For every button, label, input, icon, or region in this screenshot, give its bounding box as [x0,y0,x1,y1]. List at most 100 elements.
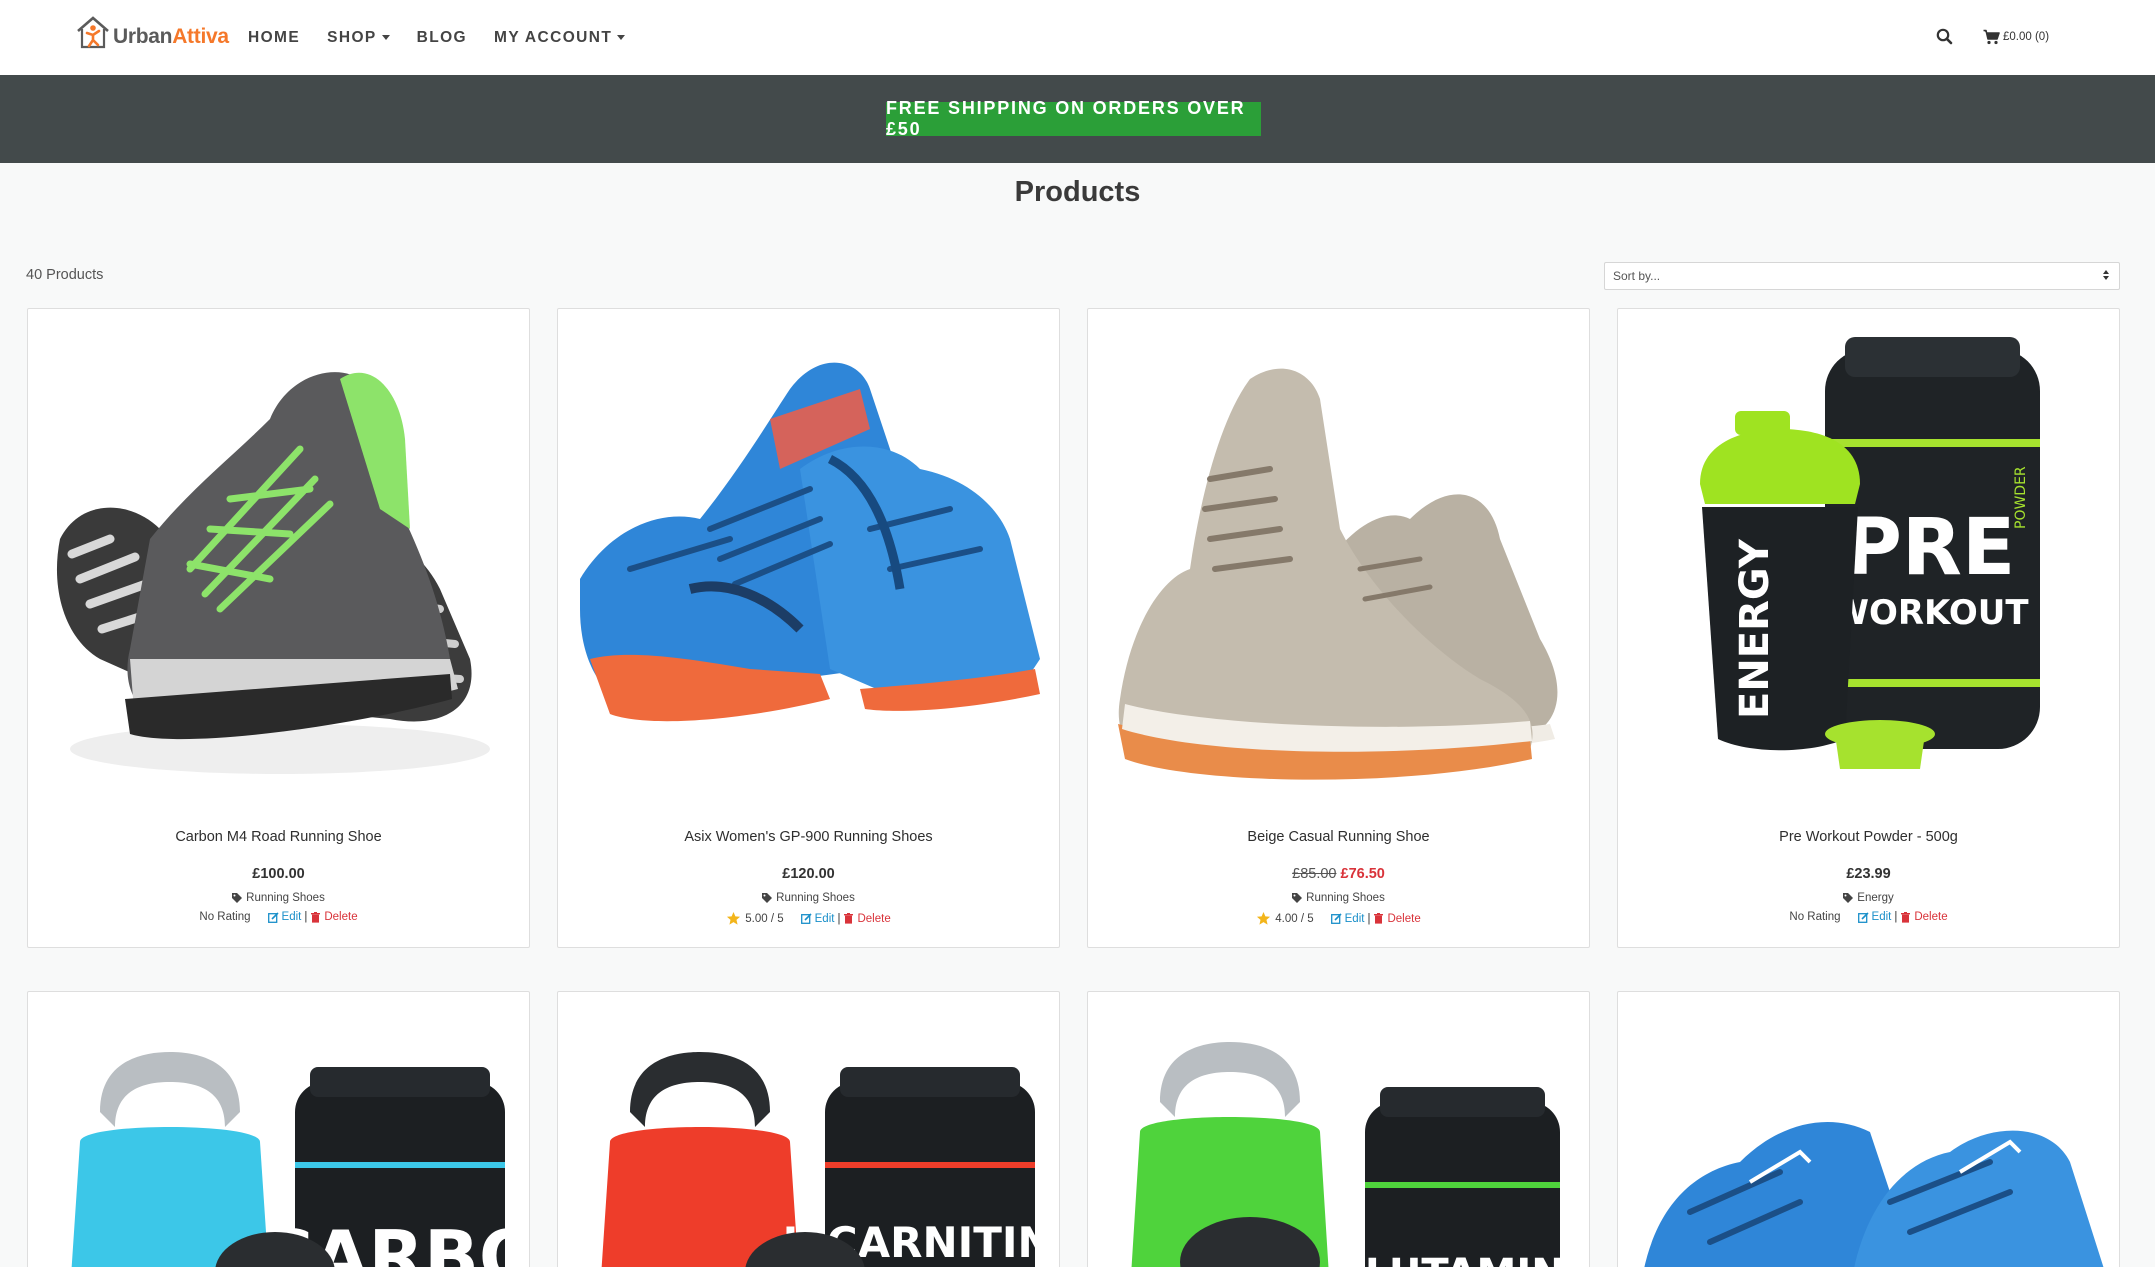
rating: 5.00 / 5 [726,911,784,926]
nav-my-account[interactable]: MY ACCOUNT [494,28,626,47]
cart-icon [1983,29,2000,45]
cart-button[interactable]: £0.00 (0) [1983,26,2049,48]
brand-name: UrbanAttiva [113,25,229,49]
cart-summary: £0.00 (0) [2003,31,2050,43]
delete-label: Delete [1387,912,1421,925]
product-meta: No Rating Edit | Delete [28,911,529,923]
product-category[interactable]: Running Shoes [1088,892,1589,904]
select-arrows-icon [2103,270,2109,280]
nav-blog[interactable]: BLOG [417,29,467,47]
top-navbar: UrbanAttiva HOME SHOP BLOG MY ACCOUNT £0… [0,0,2155,75]
product-count: 40 Products [26,267,104,283]
edit-link[interactable]: Edit [1330,912,1365,925]
action-separator: | [837,912,841,925]
delete-link[interactable]: Delete [843,913,891,925]
product-card[interactable]: CARBO [27,991,530,1267]
category-label: Running Shoes [776,892,855,904]
nav-my-account-label: MY ACCOUNT [494,28,613,46]
powder-label: POWDER [2013,466,2029,529]
product-card[interactable]: Asix Women's GP-900 Running Shoes £120.0… [557,308,1060,948]
product-image[interactable]: GLUTAMINE [1100,1012,1578,1267]
product-card[interactable]: L-CARNITINE [557,991,1060,1267]
rating-text: No Rating [1789,911,1841,923]
search-icon[interactable] [1934,26,1956,48]
nav-blog-label: BLOG [416,28,468,46]
delete-link[interactable]: Delete [310,911,358,923]
product-meta: No Rating Edit | Delete [1618,911,2119,923]
sort-select[interactable]: Sort by... [1604,262,2120,290]
product-name[interactable]: Carbon M4 Road Running Shoe [28,829,529,845]
product-image[interactable] [40,329,518,809]
product-card[interactable]: Carbon M4 Road Running Shoe £100.00 Runn… [27,308,530,948]
page-title: Products [1014,176,1141,208]
rating: No Rating [199,911,250,923]
main-nav: HOME SHOP BLOG MY ACCOUNT [248,0,652,75]
product-image[interactable]: PRE WORKOUT POWDER ENERGY [1630,329,2108,809]
product-name[interactable]: Pre Workout Powder - 500g [1618,829,2119,845]
edit-icon [1857,911,1869,923]
action-separator: | [1367,912,1371,925]
running-shoe-image [56,372,490,774]
delete-link[interactable]: Delete [1900,911,1948,923]
product-meta: 4.00 / 5 Edit | Delete [1088,911,1589,926]
action-separator: | [1894,911,1898,923]
product-image[interactable] [570,329,1048,809]
edit-link[interactable]: Edit [267,911,301,923]
old-price: £85.00 [1292,866,1337,882]
edit-icon [800,913,812,924]
delete-label: Delete [1914,911,1948,923]
product-price: £85.00 £76.50 [1088,866,1589,882]
sale-price: £76.50 [1340,866,1385,882]
tag-icon [1843,893,1854,903]
edit-link[interactable]: Edit [800,913,834,925]
product-category[interactable]: Energy [1618,892,2119,904]
action-separator: | [304,911,308,923]
product-image[interactable]: CARBO [40,1012,518,1267]
tag-icon [232,893,243,903]
category-label: Energy [1857,892,1894,904]
product-name[interactable]: Asix Women's GP-900 Running Shoes [558,829,1059,845]
rating: No Rating [1789,911,1840,923]
edit-link[interactable]: Edit [1857,911,1891,923]
price-value: £120.00 [782,866,835,882]
product-image[interactable]: L-CARNITINE [570,1012,1048,1267]
product-card[interactable]: Beige Casual Running Shoe £85.00 £76.50 R… [1087,308,1590,948]
edit-icon [1330,913,1342,924]
rating-text: 5.00 / 5 [745,912,784,925]
category-label: Running Shoes [1306,892,1385,904]
nav-shop[interactable]: SHOP [327,29,390,47]
product-card[interactable]: GLUTAMINE [1087,991,1590,1267]
rating-text: 4.00 / 5 [1275,912,1314,925]
product-name[interactable]: Beige Casual Running Shoe [1088,829,1589,845]
category-label: Running Shoes [246,892,325,904]
product-card[interactable]: PRE WORKOUT POWDER ENERGY Pre Workout Po… [1617,308,2120,948]
chevron-down-icon [617,35,626,40]
product-image[interactable] [1630,1012,2108,1267]
trash-icon [844,913,854,924]
product-card[interactable] [1617,991,2120,1267]
rating-text: No Rating [199,911,251,923]
edit-label: Edit [1344,912,1365,925]
pre-label: PRE [1845,503,2016,593]
product-image[interactable] [1100,329,1578,809]
glutamine-supplement-image: GLUTAMINE [1131,1042,1578,1267]
glutamine-label: GLUTAMINE [1332,1251,1578,1267]
nav-home[interactable]: HOME [248,29,300,47]
product-category[interactable]: Running Shoes [558,892,1059,904]
trash-icon [311,911,321,923]
star-icon [1257,911,1271,925]
trash-icon [1374,913,1384,924]
brand-name-part2: Attiva [172,25,229,48]
product-price: £23.99 [1618,866,2119,882]
chevron-down-icon [381,35,390,40]
product-meta: 5.00 / 5 Edit | Delete [558,911,1059,926]
delete-link[interactable]: Delete [1373,912,1421,925]
product-category[interactable]: Running Shoes [28,892,529,904]
promo-banner: FREE SHIPPING ON ORDERS OVER £50 [0,75,2155,163]
brand-logo[interactable]: UrbanAttiva [75,12,229,52]
running-shoe-image [1644,1122,2104,1267]
rating: 4.00 / 5 [1256,911,1314,926]
workout-label: WORKOUT [1831,593,2029,633]
tag-icon [762,893,773,903]
trash-icon [1901,911,1911,923]
